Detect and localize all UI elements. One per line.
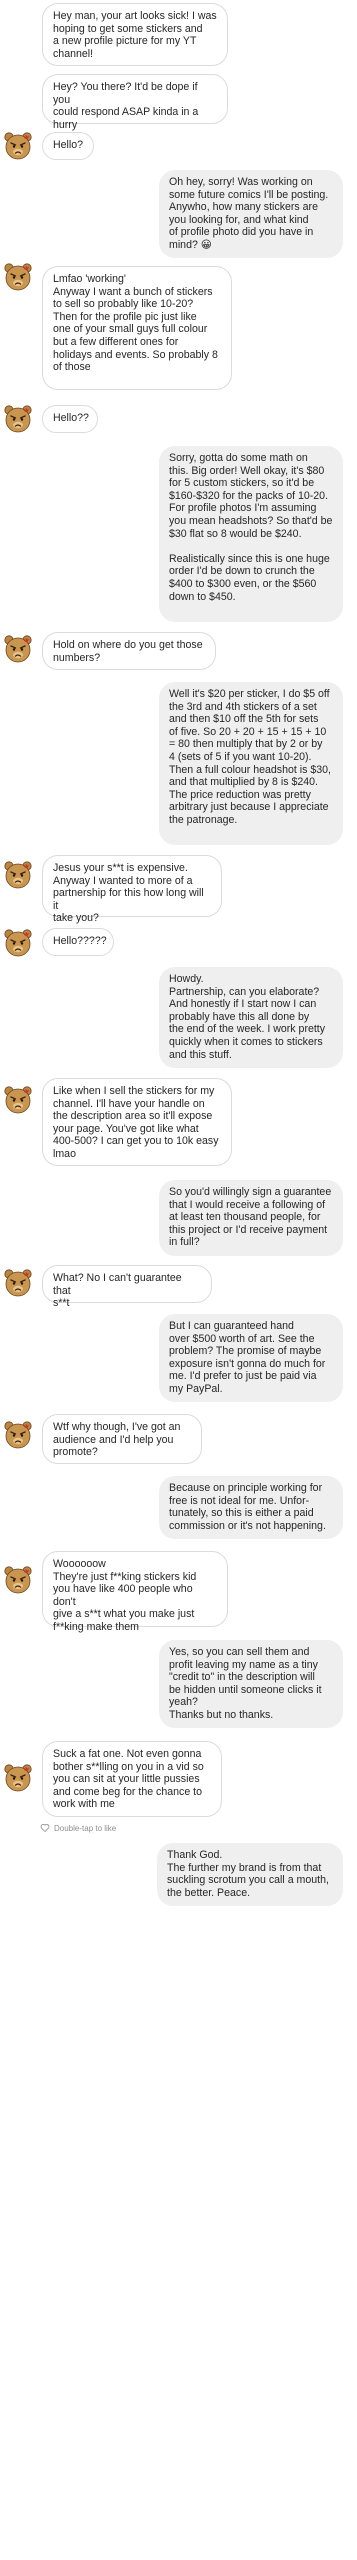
heart-outline-icon[interactable] (40, 1823, 50, 1833)
angry-bear-avatar-icon[interactable] (3, 1763, 33, 1793)
angry-bear-avatar-icon[interactable] (3, 1085, 33, 1115)
received-message[interactable]: Woooooow They're just f**king stickers k… (42, 1551, 228, 1633)
received-message[interactable]: Jesus your s**t is expensive. Anyway I w… (42, 855, 222, 924)
received-message[interactable]: Hold on where do you get those numbers? (42, 632, 216, 670)
sent-message[interactable]: Yes, so you can sell them and profit lea… (159, 1640, 343, 1728)
received-message[interactable]: Wtf why though, I've got an audience and… (42, 1414, 202, 1464)
sent-message[interactable]: But I can guaranteed hand over $500 wort… (159, 1314, 343, 1402)
received-message[interactable]: Hey? You there? It'd be dope if you coul… (42, 74, 228, 131)
angry-bear-avatar-icon[interactable] (3, 928, 33, 958)
angry-bear-avatar-icon[interactable] (3, 262, 33, 292)
received-message[interactable]: Hello? (42, 132, 94, 160)
angry-bear-avatar-icon[interactable] (3, 131, 33, 161)
angry-bear-avatar-icon[interactable] (3, 860, 33, 890)
received-message[interactable]: Hello?? (42, 405, 98, 433)
sent-message[interactable]: Because on principle working for free is… (159, 1476, 343, 1539)
sent-message[interactable]: Howdy. Partnership, can you elaborate? A… (159, 967, 343, 1068)
sent-message[interactable]: So you'd willingly sign a guarantee that… (159, 1180, 343, 1256)
angry-bear-avatar-icon[interactable] (3, 404, 33, 434)
sent-message[interactable]: Thank God. The further my brand is from … (157, 1843, 343, 1906)
angry-bear-avatar-icon[interactable] (3, 634, 33, 664)
chat-thread: Hey man, your art looks sick! I was hopi… (0, 0, 357, 2560)
angry-bear-avatar-icon[interactable] (3, 1420, 33, 1450)
double-tap-hint: Double-tap to like (40, 1823, 116, 1833)
received-message[interactable]: Lmfao 'working' Anyway I want a bunch of… (42, 266, 232, 390)
received-message[interactable]: Suck a fat one. Not even gonna bother s*… (42, 1741, 222, 1817)
angry-bear-avatar-icon[interactable] (3, 1565, 33, 1595)
sent-message[interactable]: Well it's $20 per sticker, I do $5 off t… (159, 682, 343, 845)
received-message[interactable]: Hey man, your art looks sick! I was hopi… (42, 3, 228, 66)
received-message[interactable]: What? No I can't guarantee that s**t (42, 1265, 212, 1309)
angry-bear-avatar-icon[interactable] (3, 1268, 33, 1298)
double-tap-label: Double-tap to like (54, 1823, 117, 1833)
received-message[interactable]: Like when I sell the stickers for my cha… (42, 1078, 232, 1166)
sent-message[interactable]: Oh hey, sorry! Was working on some futur… (159, 170, 343, 258)
sent-message[interactable]: Sorry, gotta do some math on this. Big o… (159, 446, 343, 622)
received-message[interactable]: Hello????? (42, 928, 114, 956)
